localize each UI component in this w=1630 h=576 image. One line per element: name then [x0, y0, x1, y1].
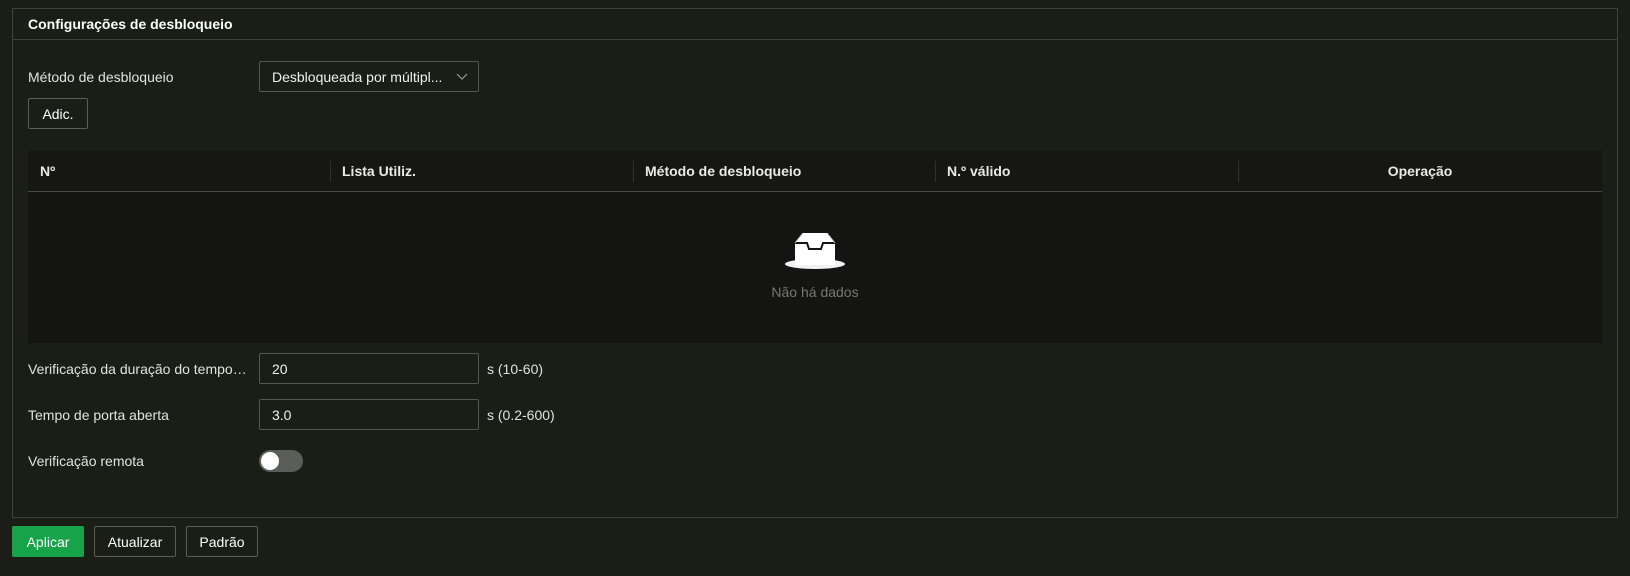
unlock-method-value: Desbloqueada por múltipl... [272, 68, 443, 85]
footer-actions: Aplicar Atualizar Padrão [12, 526, 258, 557]
apply-button[interactable]: Aplicar [12, 526, 84, 557]
unlock-method-row: Método de desbloqueio Desbloqueada por m… [28, 61, 479, 92]
default-button[interactable]: Padrão [186, 526, 258, 557]
chevron-down-icon [456, 73, 468, 81]
empty-state: Não há dados [28, 231, 1602, 300]
add-button[interactable]: Adic. [28, 98, 88, 129]
remote-verification-label: Verificação remota [28, 453, 144, 469]
unlock-list-table: Nº Lista Utiliz. Método de desbloqueio N… [28, 151, 1602, 343]
refresh-button[interactable]: Atualizar [94, 526, 176, 557]
column-header-valid-number: N.º válido [935, 151, 1238, 191]
column-header-user-list: Lista Utiliz. [330, 151, 633, 191]
empty-text: Não há dados [771, 284, 859, 300]
verification-timeout-hint: s (10-60) [487, 360, 544, 377]
door-open-time-input[interactable] [259, 399, 479, 430]
toggle-knob [261, 452, 279, 470]
column-header-operation: Operação [1238, 151, 1602, 191]
verification-timeout-label: Verificação da duração do tempo li... [28, 360, 250, 377]
unlock-settings-panel: Configurações de desbloqueio Método de d… [12, 8, 1618, 518]
empty-box-icon [783, 231, 847, 276]
door-open-time-label: Tempo de porta aberta [28, 406, 169, 423]
add-row: Adic. [28, 98, 88, 129]
panel-header: Configurações de desbloqueio [13, 9, 1617, 40]
table-header: Nº Lista Utiliz. Método de desbloqueio N… [28, 151, 1602, 192]
unlock-method-select[interactable]: Desbloqueada por múltipl... [259, 61, 479, 92]
column-header-number: Nº [40, 163, 56, 179]
verification-timeout-row: Verificação da duração do tempo li... s … [28, 353, 543, 384]
column-header-unlock-method: Método de desbloqueio [633, 151, 935, 191]
remote-verification-toggle[interactable] [259, 450, 303, 472]
door-open-time-row: Tempo de porta aberta s (0.2-600) [28, 399, 555, 430]
verification-timeout-input[interactable] [259, 353, 479, 384]
unlock-method-label: Método de desbloqueio [28, 68, 174, 85]
panel-title: Configurações de desbloqueio [28, 16, 233, 32]
door-open-time-hint: s (0.2-600) [487, 406, 555, 423]
remote-verification-row: Verificação remota [28, 450, 303, 472]
